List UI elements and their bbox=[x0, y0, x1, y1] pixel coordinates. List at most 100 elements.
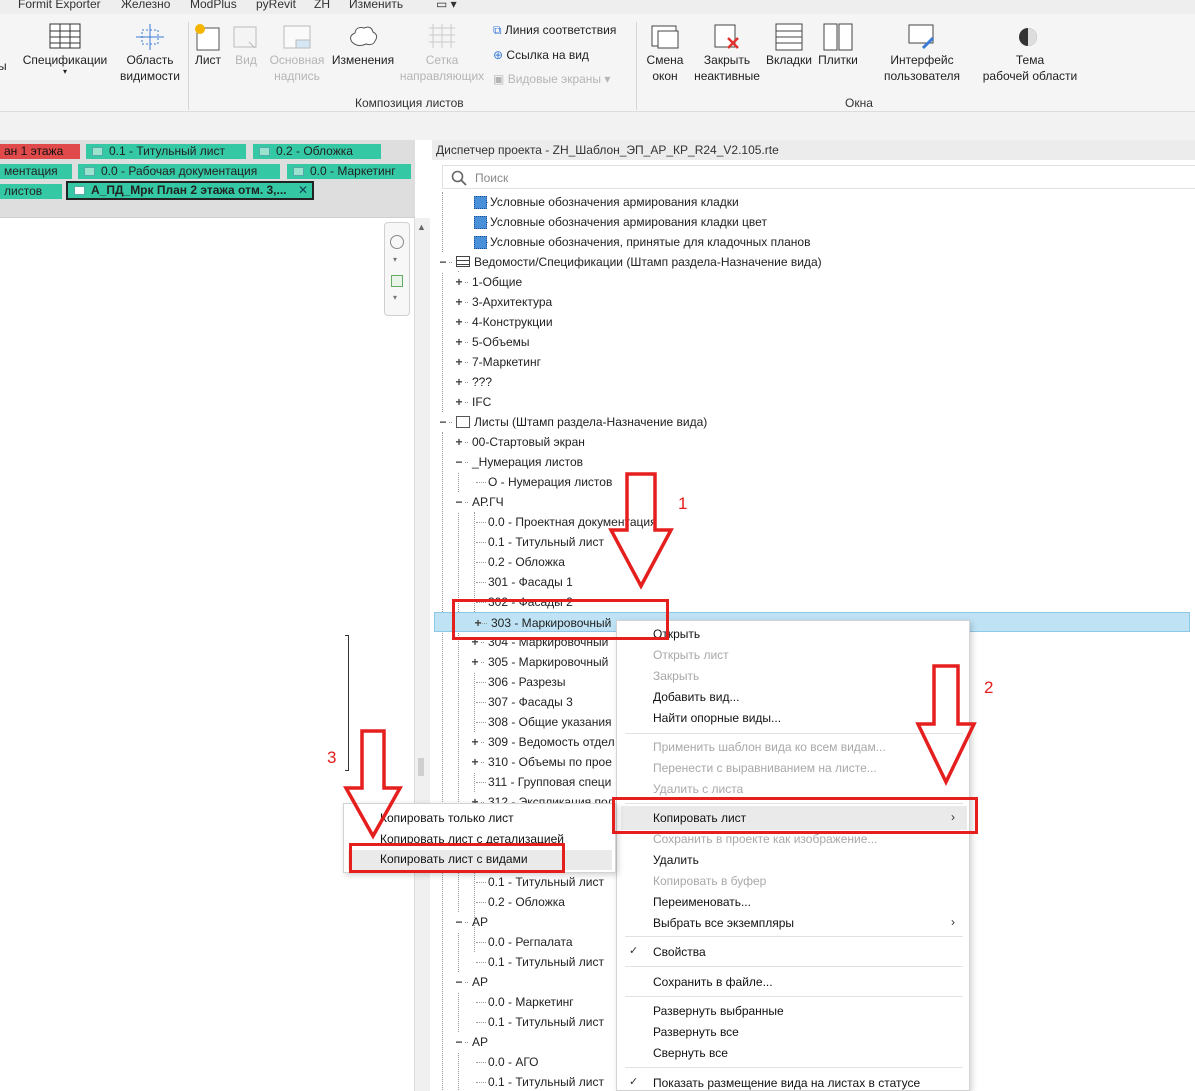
match-line-button[interactable]: ⧉ Линия соответствия bbox=[493, 23, 616, 38]
tree-item[interactable]: + IFC bbox=[432, 392, 1195, 412]
menu-collapse-all[interactable]: Свернуть все bbox=[653, 1046, 728, 1060]
drawing-canvas[interactable]: ▾ ▾ bbox=[0, 218, 415, 1091]
collapse-icon[interactable]: − bbox=[454, 452, 464, 472]
menu-zh[interactable]: ZH bbox=[314, 0, 330, 11]
collapse-icon[interactable]: − bbox=[454, 1032, 464, 1052]
user-interface-button[interactable]: Интерфейс пользователя bbox=[878, 22, 966, 84]
ribbon-cut-label[interactable]: ы bbox=[0, 58, 7, 74]
menu-modify[interactable]: Изменить bbox=[349, 0, 403, 11]
tree-item[interactable]: +7-Маркетинг bbox=[432, 352, 1195, 372]
menu-remove-from-sheet[interactable]: Удалить с листа bbox=[653, 782, 743, 796]
tree-item[interactable]: 301 - Фасады 1 bbox=[432, 572, 1195, 592]
tree-item[interactable]: О - Нумерация листов bbox=[432, 472, 1195, 492]
scroll-thumb[interactable] bbox=[418, 758, 424, 776]
tree-item[interactable]: Условные обозначения, принятые для кладо… bbox=[432, 232, 1195, 252]
tree-item[interactable]: +1-Общие bbox=[432, 272, 1195, 292]
menu-delete[interactable]: Удалить bbox=[653, 853, 699, 867]
tree-item[interactable]: +3-Архитектура bbox=[432, 292, 1195, 312]
collapse-icon[interactable]: − bbox=[438, 252, 448, 272]
expand-icon[interactable]: + bbox=[470, 732, 480, 752]
guide-grid-button[interactable]: Сетка направляющих bbox=[398, 22, 486, 84]
viewports-button[interactable]: ▣ Видовые экраны ▾ bbox=[493, 72, 610, 86]
tree-item[interactable]: 0.1 - Титульный лист bbox=[432, 532, 1195, 552]
scope-box-button[interactable]: Область видимости bbox=[114, 22, 186, 84]
tree-item[interactable]: − Ведомости/Спецификации (Штамп раздела-Н… bbox=[432, 252, 1195, 272]
tab-documentation[interactable]: ментация bbox=[0, 164, 72, 179]
menu-expand-all[interactable]: Развернуть все bbox=[653, 1025, 739, 1039]
tab-cover[interactable]: 0.2 - Обложка bbox=[253, 144, 381, 159]
menu-save-to-file[interactable]: Сохранить в файле... bbox=[653, 975, 773, 989]
tab-label: ментация bbox=[4, 164, 58, 178]
collapse-icon[interactable]: − bbox=[454, 912, 464, 932]
tab-working-docs[interactable]: 0.0 - Рабочая документация bbox=[78, 164, 280, 179]
tab-title-sheet[interactable]: 0.1 - Титульный лист bbox=[86, 144, 246, 159]
tree-item[interactable]: 0.2 - Обложка bbox=[432, 552, 1195, 572]
dropdown-icon[interactable]: ▾ bbox=[393, 255, 397, 264]
menu-copy-to-clipboard[interactable]: Копировать в буфер bbox=[653, 874, 766, 888]
switch-windows-button[interactable]: Смена окон bbox=[640, 22, 690, 84]
expand-icon[interactable]: + bbox=[454, 312, 464, 332]
expand-icon[interactable]: + bbox=[454, 432, 464, 452]
tree-item[interactable]: +??? bbox=[432, 372, 1195, 392]
menu-apply-template[interactable]: Применить шаблон вида ко всем видам... bbox=[653, 740, 886, 754]
zoom-icon[interactable] bbox=[391, 275, 403, 287]
expand-icon[interactable]: + bbox=[454, 292, 464, 312]
tree-item[interactable]: − АР.ГЧ bbox=[432, 492, 1195, 512]
expand-icon[interactable]: + bbox=[470, 652, 480, 672]
expand-icon[interactable]: + bbox=[454, 272, 464, 292]
menu-properties[interactable]: Свойства bbox=[653, 945, 706, 959]
steering-wheel-icon[interactable] bbox=[390, 235, 404, 249]
menu-close[interactable]: Закрыть bbox=[653, 669, 699, 683]
expand-icon[interactable]: + bbox=[454, 352, 464, 372]
sheet-button[interactable]: Лист bbox=[190, 22, 226, 68]
tree-item[interactable]: − Листы (Штамп раздела-Назначение вида) bbox=[432, 412, 1195, 432]
tab-sheets[interactable]: листов bbox=[0, 184, 62, 199]
tab-plan-1-floor[interactable]: ан 1 этажа bbox=[0, 144, 80, 159]
collapse-icon[interactable]: − bbox=[438, 412, 448, 432]
tree-item[interactable]: − _Нумерация листов bbox=[432, 452, 1195, 472]
tree-item[interactable]: Условные обозначения армирования кладки … bbox=[432, 212, 1195, 232]
tree-item[interactable]: +4-Конструкции bbox=[432, 312, 1195, 332]
tabs-button[interactable]: Вкладки bbox=[765, 22, 813, 68]
collapse-icon[interactable]: − bbox=[454, 492, 464, 512]
tiles-button[interactable]: Плитки bbox=[814, 22, 862, 68]
dropdown-icon[interactable]: ▾ bbox=[393, 293, 397, 302]
scroll-up-icon[interactable]: ▲ bbox=[417, 222, 426, 232]
collapse-icon[interactable]: − bbox=[454, 972, 464, 992]
close-tab-icon[interactable]: ✕ bbox=[298, 183, 308, 198]
menu-save-as-image[interactable]: Сохранить в проекте как изображение... bbox=[653, 832, 877, 846]
revisions-button[interactable]: Изменения bbox=[329, 22, 397, 68]
expand-icon[interactable]: + bbox=[454, 332, 464, 352]
workspace-theme-button[interactable]: Тема рабочей области bbox=[975, 22, 1085, 84]
menu-move-aligned[interactable]: Перенести с выравниванием на листе... bbox=[653, 761, 877, 775]
menu-zhelezno[interactable]: Железно bbox=[121, 0, 170, 11]
menu-add-view[interactable]: Добавить вид... bbox=[653, 690, 739, 704]
close-inactive-button[interactable]: Закрыть неактивные bbox=[692, 22, 762, 84]
expand-icon[interactable]: + bbox=[470, 752, 480, 772]
tree-item[interactable]: +5-Объемы bbox=[432, 332, 1195, 352]
tree-item[interactable]: +00-Стартовый экран bbox=[432, 432, 1195, 452]
menu-select-all-instances[interactable]: Выбрать все экземпляры bbox=[653, 916, 794, 930]
tab-active-plan-2-floor[interactable]: А_ПД_Мрк План 2 этажа отм. 3,... ✕ bbox=[66, 181, 314, 200]
view-reference-button[interactable]: ⊕ Ссылка на вид bbox=[493, 48, 589, 62]
specifications-button[interactable]: Спецификации ▾ bbox=[20, 22, 110, 76]
menu-show-view-placement[interactable]: Показать размещение вида на листах в ста… bbox=[653, 1076, 920, 1090]
menu-formit-exporter[interactable]: Formit Exporter bbox=[18, 0, 101, 11]
menu-pyrevit[interactable]: pyRevit bbox=[256, 0, 296, 11]
menu-modplus[interactable]: ModPlus bbox=[190, 0, 237, 11]
expand-icon[interactable]: + bbox=[454, 372, 464, 392]
menu-expand-selected[interactable]: Развернуть выбранные bbox=[653, 1004, 784, 1018]
project-browser-search[interactable]: Поиск bbox=[442, 165, 1195, 189]
menu-extra-icon[interactable]: ▭ ▾ bbox=[436, 0, 457, 11]
tree-item[interactable]: 0.0 - Проектная документация bbox=[432, 512, 1195, 532]
tree-item-label: 305 - Маркировочный bbox=[488, 655, 609, 669]
menu-rename[interactable]: Переименовать... bbox=[653, 895, 751, 909]
tree-item[interactable]: Условные обозначения армирования кладки bbox=[432, 192, 1195, 212]
menu-find-referring-views[interactable]: Найти опорные виды... bbox=[653, 711, 781, 725]
view-button[interactable]: Вид bbox=[229, 22, 263, 68]
menu-open-sheet[interactable]: Открыть лист bbox=[653, 648, 729, 662]
tab-marketing[interactable]: 0.0 - Маркетинг bbox=[287, 164, 411, 179]
title-block-button[interactable]: Основная надпись bbox=[266, 22, 328, 84]
canvas-scrollbar[interactable]: ▲ bbox=[414, 218, 430, 1091]
expand-icon[interactable]: + bbox=[454, 392, 464, 412]
